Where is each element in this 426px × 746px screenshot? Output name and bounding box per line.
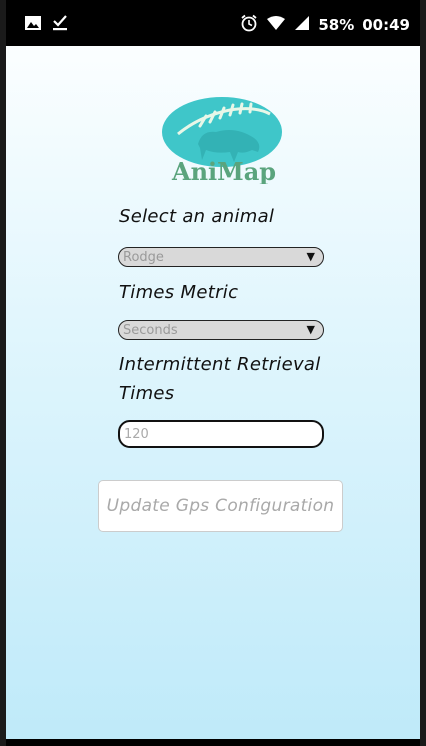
image-icon	[24, 15, 42, 35]
status-bar: 58% 00:49	[6, 0, 420, 46]
metric-select[interactable]: Seconds ▼	[118, 320, 324, 340]
retrieval-times-value: 120	[124, 426, 149, 442]
animal-select[interactable]: Rodge ▼	[118, 247, 324, 267]
animal-label: Select an animal	[119, 206, 275, 227]
update-gps-configuration-button[interactable]: Update Gps Configuration	[98, 480, 343, 532]
retrieval-label-line1: Intermittent Retrieval	[119, 354, 321, 375]
battery-percent: 58%	[318, 16, 355, 34]
animal-select-value: Rodge	[123, 249, 164, 265]
metric-label: Times Metric	[119, 282, 239, 303]
alarm-icon	[240, 14, 258, 36]
signal-icon	[294, 15, 310, 35]
download-done-icon	[52, 14, 68, 36]
logo-text: AniMap	[171, 157, 276, 184]
clock: 00:49	[362, 16, 410, 34]
animap-logo: AniMap	[160, 96, 288, 186]
wifi-icon	[266, 15, 286, 35]
main-screen: AniMap Select an animal Rodge ▼ Times Me…	[6, 46, 420, 739]
dropdown-arrow-icon: ▼	[306, 250, 315, 263]
dropdown-arrow-icon: ▼	[306, 323, 315, 336]
retrieval-times-input[interactable]: 120	[118, 420, 324, 448]
phone-frame: 58% 00:49 AniMap Select an animal Rodge …	[6, 0, 420, 746]
metric-select-value: Seconds	[123, 322, 178, 338]
retrieval-label-line2: Times	[119, 383, 175, 404]
bottom-bar	[6, 739, 420, 746]
